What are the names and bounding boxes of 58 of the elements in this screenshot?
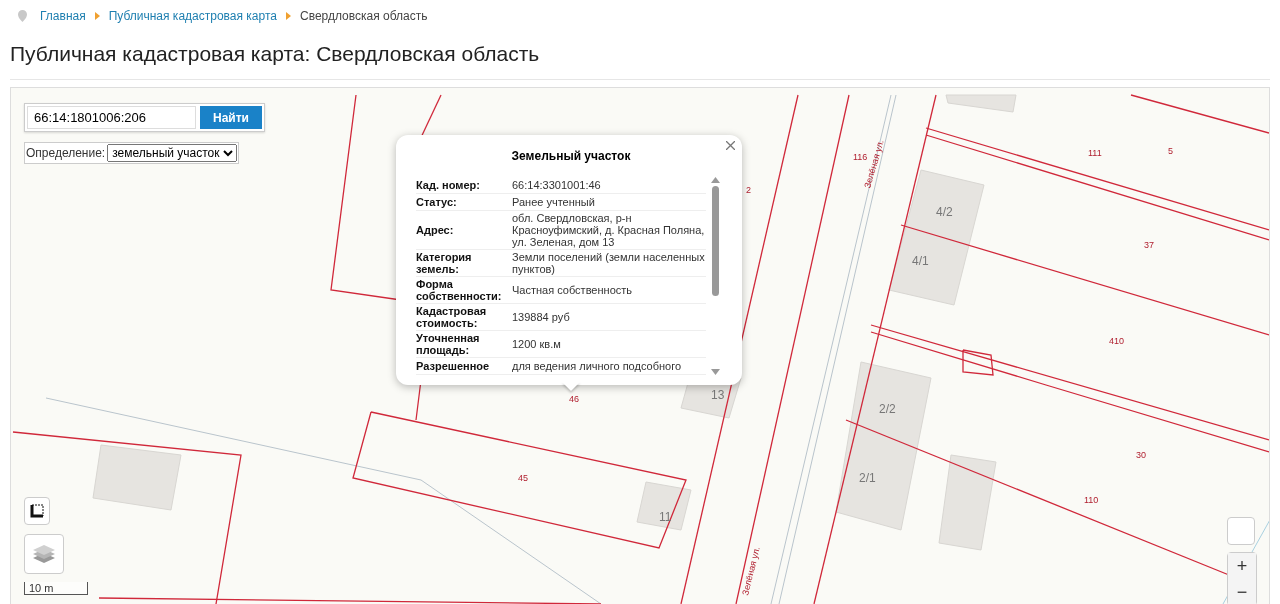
scrollbar-thumb[interactable] [712, 186, 719, 296]
parcel-number: 5 [1168, 146, 1173, 156]
street-name: Зелёная ул. [739, 544, 763, 599]
building-number: 2/2 [879, 402, 896, 416]
breadcrumb-arrow-icon [285, 12, 291, 20]
field-value: Земли поселений (земли населенных пунктов) [512, 251, 706, 275]
parcel-number: 2 [746, 185, 751, 195]
field-value: 139884 руб [512, 311, 571, 323]
cadastral-number-field[interactable]: 66:14:1801006:206 [27, 106, 196, 129]
breadcrumb-current: Свердловская область [299, 9, 428, 23]
field-label: Уточненная площадь: [416, 332, 481, 356]
building-number: 13 [711, 388, 725, 402]
scroll-down-icon[interactable] [711, 369, 720, 375]
breadcrumb-link[interactable]: Публичная кадастровая карта [108, 9, 277, 23]
field-value: 66:14:3301001:46 [512, 179, 602, 191]
field-value: Ранее учтенный [512, 196, 596, 208]
parcel-number: 37 [1144, 240, 1154, 250]
building-number: 2/1 [859, 471, 876, 485]
close-icon[interactable] [726, 141, 736, 151]
scroll-up-icon[interactable] [711, 177, 720, 183]
zoom-out-button[interactable]: − [1228, 579, 1256, 604]
field-label: Кадастровая стоимость: [416, 305, 488, 329]
layers-icon[interactable] [24, 534, 64, 574]
parcel-number: 110 [1084, 495, 1099, 505]
building-number: 4/2 [936, 205, 953, 219]
ruler-icon[interactable] [24, 497, 50, 525]
field-label: Категория земель: [416, 251, 473, 275]
fullscreen-button[interactable] [1227, 517, 1255, 545]
zoom-in-button[interactable]: + [1228, 553, 1256, 579]
field-value: Частная собственность [512, 284, 634, 296]
find-button[interactable]: Найти [200, 106, 262, 129]
parcel-number: 45 [518, 473, 528, 483]
popup-pointer [562, 382, 580, 391]
breadcrumb-arrow-icon [94, 12, 100, 20]
map-canvas[interactable] [10, 87, 1270, 604]
definition-dropdown[interactable]: земельный участок [107, 144, 238, 162]
popup-title: Земельный участок [510, 148, 632, 165]
field-value: обл. Свердловская, р-н Красноуфимский, д. Красная Поляна, ул. Зеленая, дом 13 [512, 212, 706, 248]
building-shape [945, 94, 1017, 113]
parcel-number: 30 [1136, 450, 1146, 460]
building-number: 4/1 [912, 254, 929, 268]
field-label: Форма собственности: [416, 278, 503, 302]
building-shape [636, 481, 692, 531]
field-label: Адрес: [416, 224, 455, 236]
parcel-number: 111 [1088, 148, 1102, 158]
field-value: для ведения личного подсобного [512, 360, 683, 372]
field-label: Разрешенное [416, 360, 491, 372]
parcel-number: 410 [1109, 336, 1125, 346]
location-pin-icon [18, 10, 27, 22]
building-number: 11 [659, 510, 672, 524]
field-value: 1200 кв.м [512, 338, 562, 350]
parcel-number: 46 [569, 394, 579, 404]
field-label: Статус: [416, 196, 458, 208]
breadcrumb-link[interactable]: Главная [40, 9, 86, 23]
definition-label: Определение: [26, 146, 106, 160]
field-label: Кад. номер: [416, 179, 481, 191]
page-title: Публичная кадастровая карта: Свердловская область [10, 42, 541, 67]
scale-bar: 10 m [24, 582, 88, 595]
